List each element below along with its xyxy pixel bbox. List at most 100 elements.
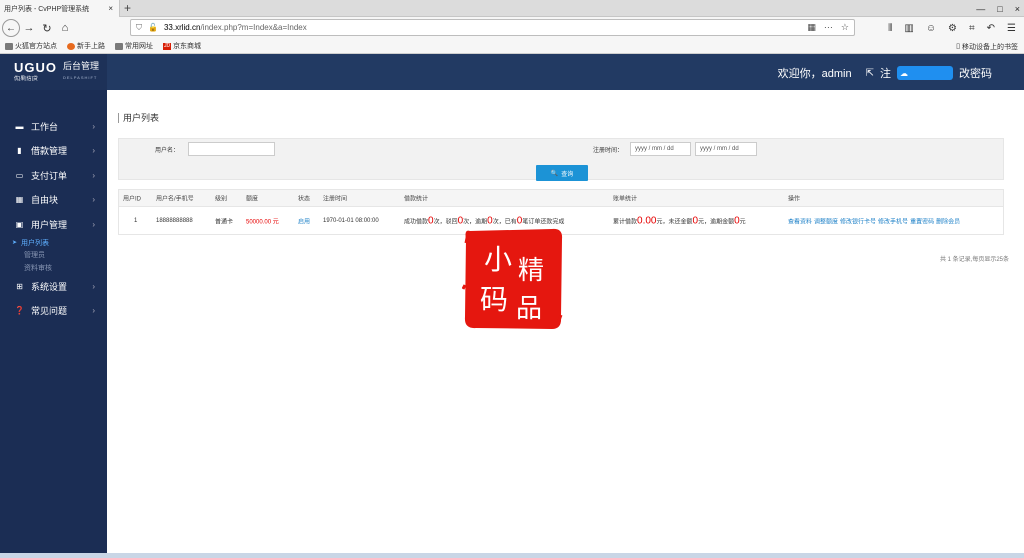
question-icon: ❓ [14, 306, 25, 316]
delete-member-link[interactable]: 删除会员 [936, 216, 960, 225]
cell-username: 18888888888 [156, 217, 193, 224]
sidebar-item-users[interactable]: ▣ 用户管理 › [0, 212, 107, 237]
adjust-quota-link[interactable]: 调整额度 [814, 216, 838, 225]
edit-bankcard-link[interactable]: 修改银行卡号 [840, 216, 876, 225]
cell-level: 普通卡 [215, 219, 234, 225]
firefox-icon [67, 42, 75, 50]
col-header: 级别 [215, 196, 228, 203]
menu-icon[interactable]: ☰ [1007, 23, 1016, 34]
url-path: /index.php?m=Index&a=Index [200, 23, 307, 32]
account-icon[interactable]: ☺ [926, 23, 936, 34]
extension-icon[interactable]: ⚙ [948, 23, 957, 34]
username-input[interactable] [188, 142, 275, 156]
cell-ops: 查看资料 调整额度 修改银行卡号 修改手机号 重置密码 删除会员 [788, 216, 960, 225]
window-controls: — □ × [976, 0, 1020, 17]
undo-icon[interactable]: ↶ [987, 23, 995, 34]
regtime-end-input[interactable]: yyyy / mm / dd [695, 142, 757, 156]
regtime-label: 注册时间： [593, 148, 624, 154]
sidebar: ▬ 工作台 › ▮ 借款管理 › ▭ 支付订单 › ▦ 自由块 › ▣ 用户管理… [0, 90, 107, 558]
forward-icon[interactable]: → [20, 22, 38, 34]
logo[interactable]: UGUO 优|果|信|贷 后台管理 DELPASHIFT [0, 54, 107, 90]
search-icon: 🔍 [550, 170, 559, 177]
bookmark-item[interactable]: JD 京东商城 [163, 41, 201, 51]
chevron-right-icon: › [92, 219, 95, 229]
col-header: 注册时间 [323, 196, 348, 203]
reload-icon[interactable]: ↻ [38, 22, 56, 35]
close-window-button[interactable]: × [1015, 4, 1020, 14]
stamp-char: 码 [480, 283, 508, 316]
folder-icon [115, 42, 123, 50]
bookmark-item[interactable]: 火狐官方站点 [5, 41, 57, 51]
shield-icon: ⛉ [136, 22, 142, 32]
stamp-char: 小 [484, 243, 512, 276]
address-bar[interactable]: ⛉ 🔓 33.xrlid.cn /index.php?m=Index&a=Ind… [130, 19, 855, 36]
reset-password-link[interactable]: 重置密码 [910, 216, 934, 225]
sidebar-item-faq[interactable]: ❓ 常见问题 › [0, 299, 107, 324]
sidebar-item-workbench[interactable]: ▬ 工作台 › [0, 114, 107, 139]
sub-item-user-list[interactable]: 用户列表 [21, 237, 107, 250]
app-header: UGUO 优|果|信|贷 后台管理 DELPASHIFT 欢迎你，admin ⇱… [0, 54, 1024, 90]
qr-icon[interactable]: ▦ [807, 22, 816, 33]
change-password-link[interactable]: 改密码 [959, 65, 992, 81]
star-icon[interactable]: ☆ [841, 22, 849, 33]
grid-icon: ▦ [15, 195, 24, 205]
username-label: 用户名： [155, 148, 180, 154]
windows-icon: ⊞ [16, 281, 23, 291]
chevron-right-icon: › [92, 306, 95, 316]
cell-regtime: 1970-01-01 08:00:00 [323, 217, 379, 224]
more-icon[interactable]: ··· [824, 22, 833, 33]
user-icon: ▣ [15, 219, 24, 229]
minimize-button[interactable]: — [976, 4, 985, 14]
folder-icon [5, 42, 13, 50]
overlay-badge: ☁ [897, 66, 953, 80]
logout-icon[interactable]: ⇱ [866, 68, 874, 79]
stamp-char: 品 [516, 294, 542, 324]
sub-item-admins[interactable]: 管理员 [24, 249, 107, 262]
chevron-right-icon: › [92, 146, 95, 156]
cloud-icon: ☁ [900, 68, 908, 78]
book-icon: ▮ [17, 146, 22, 156]
view-profile-link[interactable]: 查看资料 [788, 216, 812, 225]
logo-title: 后台管理 [63, 61, 100, 71]
pager-info: 共 1 条记录,每页显示25条 [939, 257, 1009, 263]
cell-quota: 50000.00 元 [246, 219, 279, 225]
close-icon[interactable]: × [106, 4, 115, 13]
sidebar-icon[interactable]: ▥ [904, 23, 913, 34]
sidebar-item-loans[interactable]: ▮ 借款管理 › [0, 139, 107, 164]
bookmarks-bar: 火狐官方站点 新手上路 常用网址 JD 京东商城 ▯ 移动设备上的书签 [0, 39, 1024, 54]
sidebar-item-blocks[interactable]: ▦ 自由块 › [0, 188, 107, 213]
taskbar [0, 553, 1024, 558]
search-button[interactable]: 🔍 查询 [536, 165, 588, 181]
col-header: 状态 [298, 196, 311, 203]
cell-status[interactable]: 启用 [298, 216, 310, 225]
home-icon[interactable]: ⌂ [56, 22, 74, 34]
monitor-icon: ▬ [15, 121, 24, 131]
sidebar-item-settings[interactable]: ⊞ 系统设置 › [0, 274, 107, 299]
browser-tab[interactable]: 用户列表 - CvPHP管理系统 × [0, 0, 120, 17]
library-icon[interactable]: ⫴ [888, 23, 892, 34]
browser-tab-bar: 用户列表 - CvPHP管理系统 × + — □ × [0, 0, 1024, 17]
mobile-bookmarks[interactable]: ▯ 移动设备上的书签 [956, 42, 1018, 52]
watermark-stamp: 小 精 码 品 [462, 228, 563, 329]
col-header: 用户ID [123, 196, 142, 203]
edit-phone-link[interactable]: 修改手机号 [878, 216, 908, 225]
lock-icon: 🔓 [148, 23, 158, 32]
maximize-button[interactable]: □ [997, 4, 1002, 14]
stamp-char: 精 [518, 256, 544, 286]
bookmark-item[interactable]: 常用网址 [115, 41, 153, 51]
logo-mark: UGUO [14, 60, 57, 75]
back-icon[interactable]: ← [2, 19, 20, 37]
col-header: 借款统计 [404, 196, 429, 203]
sidebar-item-orders[interactable]: ▭ 支付订单 › [0, 163, 107, 188]
url-host: 33.xrlid.cn [163, 23, 201, 32]
sub-item-review[interactable]: 资料审核 [24, 262, 107, 275]
page-title: 用户列表 [118, 113, 159, 123]
cell-bill-stat: 累计借款0.00元，未还金额0元，逾期金额0元 [613, 215, 746, 226]
screenshot-icon[interactable]: ⌗ [969, 23, 975, 34]
bookmark-item[interactable]: 新手上路 [67, 41, 105, 51]
new-tab-button[interactable]: + [124, 1, 131, 15]
regtime-start-input[interactable]: yyyy / mm / dd [630, 142, 691, 156]
logout-link[interactable]: 注 [880, 65, 891, 81]
tab-title: 用户列表 - CvPHP管理系统 [4, 5, 90, 13]
logo-sub: 优|果|信|贷 [14, 76, 38, 82]
